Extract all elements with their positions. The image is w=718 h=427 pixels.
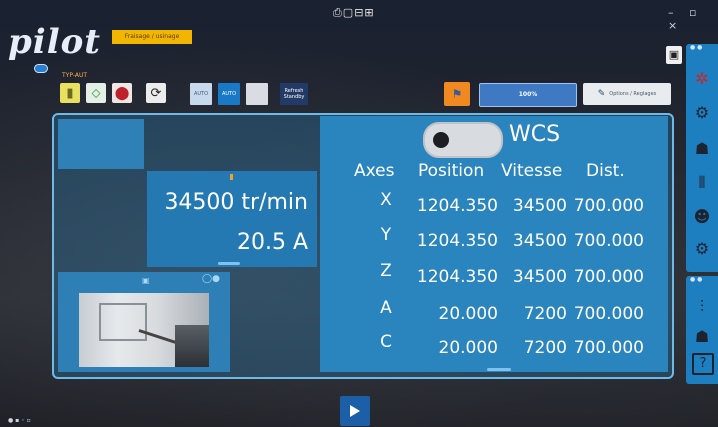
flag-icon: ⚑ bbox=[451, 87, 463, 101]
machine-label: TYP-AUT bbox=[62, 72, 88, 79]
save-icon: ▣ bbox=[668, 48, 680, 61]
axis-position: 1204.350 bbox=[416, 231, 498, 251]
camera-feed bbox=[79, 293, 209, 367]
help-icon[interactable]: ? bbox=[692, 353, 714, 375]
spindle-speed: 34500 tr/min bbox=[164, 190, 308, 215]
axis-distance: 700.000 bbox=[573, 338, 644, 358]
axis-speed: 7200 bbox=[523, 338, 567, 358]
start-icon: ⬦ bbox=[91, 85, 101, 101]
progress-bar: 100% bbox=[479, 83, 577, 107]
axis-speed: 34500 bbox=[512, 196, 567, 216]
options-label: Options / Reglages bbox=[609, 91, 657, 97]
spindle-page-indicator bbox=[218, 262, 240, 265]
start-button[interactable]: ⬦ bbox=[86, 83, 106, 103]
axis-position: 1204.350 bbox=[416, 196, 498, 216]
progress-text: 100% bbox=[518, 91, 538, 98]
axis-label: Z bbox=[380, 261, 392, 281]
axis-speed: 34500 bbox=[512, 231, 567, 251]
axis-position: 20.000 bbox=[438, 304, 498, 324]
stop-button[interactable]: ⬤ bbox=[112, 83, 132, 103]
options-button[interactable]: ✎ Options / Reglages bbox=[583, 83, 671, 105]
program-icon: ▮ bbox=[66, 85, 74, 101]
axis-distance: 700.000 bbox=[573, 304, 644, 324]
options-icon: ✎ bbox=[597, 89, 606, 99]
wcs-toggle-knob bbox=[433, 132, 449, 148]
mode-auto-button[interactable]: AUTO bbox=[190, 83, 212, 105]
program-button[interactable]: ▮ bbox=[60, 83, 80, 103]
mode-badge: Fraisage / usinage bbox=[112, 30, 192, 44]
play-icon bbox=[350, 405, 360, 417]
status-icons: ● ▪ ◦ ▫ bbox=[8, 417, 31, 424]
axis-position: 1204.350 bbox=[416, 267, 498, 287]
users-icon[interactable]: ☗ bbox=[691, 326, 713, 348]
refresh-icon: ⟳ bbox=[150, 85, 162, 101]
axis-distance: 700.000 bbox=[573, 231, 644, 251]
header-speed: Vitesse bbox=[501, 161, 563, 181]
window-controls[interactable]: – ▫ × bbox=[668, 6, 718, 32]
app-logo: pilot bbox=[8, 22, 101, 62]
operator-icon[interactable]: ☗ bbox=[691, 138, 713, 160]
cycle-button[interactable]: ⟳ bbox=[146, 83, 166, 103]
info-tile[interactable] bbox=[58, 119, 144, 169]
axis-label: Y bbox=[380, 225, 392, 245]
wcs-toggle[interactable] bbox=[423, 122, 503, 158]
settings-icon[interactable]: ⚙ bbox=[691, 238, 713, 260]
mode-auto-active-button[interactable]: AUTO bbox=[218, 83, 240, 105]
header-position: Position bbox=[418, 161, 485, 181]
network-icon[interactable]: ✲ bbox=[691, 68, 713, 90]
axis-position: 20.000 bbox=[438, 338, 498, 358]
mode-blank-button[interactable] bbox=[246, 83, 268, 105]
camera-icon[interactable]: ▣ bbox=[142, 276, 150, 285]
logo-eye-icon bbox=[34, 64, 48, 73]
play-button[interactable] bbox=[340, 396, 370, 426]
axis-label: C bbox=[380, 332, 392, 352]
tools-icon[interactable]: ⚙ bbox=[691, 102, 713, 124]
axis-speed: 34500 bbox=[512, 267, 567, 287]
save-button[interactable]: ▣ bbox=[666, 46, 682, 64]
axis-distance: 700.000 bbox=[573, 267, 644, 287]
axis-speed: 7200 bbox=[523, 304, 567, 324]
stop-icon: ⬤ bbox=[114, 85, 130, 101]
header-axes: Axes bbox=[354, 161, 395, 181]
tooling-icon[interactable]: ⫴ bbox=[691, 172, 713, 194]
refresh-standby-button[interactable]: Refresh Standby bbox=[280, 83, 308, 105]
sliders-icon[interactable]: ⫶ bbox=[691, 296, 713, 318]
axes-page-indicator bbox=[487, 368, 511, 371]
wcs-label: WCS bbox=[509, 122, 561, 147]
feed-machine bbox=[175, 325, 209, 367]
feed-frame bbox=[99, 303, 147, 341]
sidebar-handle[interactable]: ● ● bbox=[690, 44, 702, 51]
camera-controls-icon[interactable]: ◯● bbox=[202, 274, 220, 284]
axis-label: A bbox=[380, 298, 392, 318]
header-distance: Dist. bbox=[586, 161, 625, 181]
spindle-current: 20.5 A bbox=[236, 230, 308, 255]
sidebar-lower-handle[interactable]: ● ● bbox=[690, 276, 702, 283]
axis-label: X bbox=[380, 190, 392, 210]
flag-button[interactable]: ⚑ bbox=[444, 82, 470, 106]
axis-distance: 700.000 bbox=[573, 196, 644, 216]
spindle-marker bbox=[230, 174, 233, 180]
user-icon[interactable]: ☻ bbox=[691, 206, 713, 228]
system-icons[interactable]: ⎙▢⊟⊞ bbox=[333, 6, 375, 20]
